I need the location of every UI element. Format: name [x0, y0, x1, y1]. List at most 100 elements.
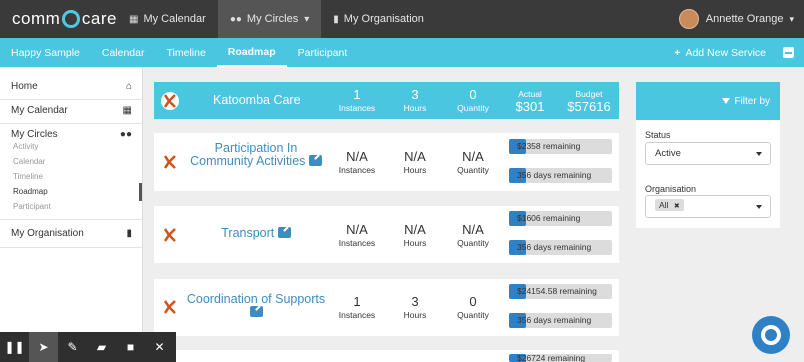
service-title-link[interactable]: Participation In Community Activities — [186, 142, 326, 168]
sidebar-item-my-organisation-label: My Organisation — [11, 228, 84, 239]
tab-participant[interactable]: Participant — [287, 38, 359, 67]
pointer-icon[interactable]: ➤ — [29, 332, 58, 362]
service-hours-label: Hours — [403, 165, 427, 175]
logo-gear-icon — [62, 10, 80, 28]
service-quantity-label: Quantity — [457, 310, 489, 320]
tab-calendar[interactable]: Calendar — [91, 38, 156, 67]
sidebar-item-my-circles[interactable]: My Circles ●● — [11, 129, 132, 140]
pen-icon[interactable]: ✎ — [58, 332, 87, 362]
service-instances-label: Instances — [338, 310, 376, 320]
budget-progress-bar: $26724 remaining — [509, 354, 612, 362]
calendar-icon: ▦ — [122, 105, 132, 116]
summary-quantity-label: Quantity — [457, 103, 489, 113]
edit-icon[interactable] — [308, 155, 322, 166]
days-remaining: 356 days remaining — [517, 242, 592, 252]
budget-progress-bar: $1606 remaining — [509, 211, 612, 226]
service-instances-label: Instances — [338, 165, 376, 175]
sidebar-scrollbar[interactable] — [139, 183, 142, 201]
people-icon: ●● — [229, 13, 242, 25]
service-instances-value: 1 — [353, 294, 361, 309]
summary-budget-label: Budget — [575, 89, 603, 99]
service-title-link[interactable]: Coordination of Supports — [186, 293, 326, 319]
organisation-tag: All ✖ — [655, 199, 684, 211]
service-quantity-value: N/A — [462, 222, 484, 237]
building-icon: ▮ — [333, 13, 339, 25]
nav-my-circles[interactable]: ●● My Circles ▾ — [217, 0, 322, 38]
tab-roadmap[interactable]: Roadmap — [216, 38, 287, 67]
service-quantity: N/A Quantity — [443, 149, 503, 175]
service-instances-value: N/A — [346, 149, 368, 164]
service-title: Participation In Community Activities — [190, 141, 306, 168]
sidebar-subitem-activity[interactable]: Activity — [13, 142, 38, 151]
service-instances-value: N/A — [346, 222, 368, 237]
sidebar-item-my-organisation[interactable]: My Organisation ▮ — [11, 228, 132, 239]
sidebar-item-my-calendar[interactable]: My Calendar ▦ — [11, 105, 132, 116]
service-title: Transport — [221, 226, 275, 240]
days-remaining: 356 days remaining — [517, 315, 592, 325]
top-navbar: comm care ▦ My Calendar ●● My Circles ▾ … — [0, 0, 804, 38]
organisation-select[interactable]: All ✖ — [645, 195, 771, 218]
service-hours: 3 Hours — [385, 294, 445, 320]
budget-remaining: $1606 remaining — [517, 213, 581, 223]
status-selected-value: Active — [655, 148, 681, 159]
status-label: Status — [645, 130, 671, 140]
sidebar-subitem-roadmap[interactable]: Roadmap — [13, 187, 48, 196]
tab-timeline[interactable]: Timeline — [156, 38, 217, 67]
service-title-link[interactable]: Transport — [186, 227, 326, 240]
budget-progress-bar: $2358 remaining — [509, 139, 612, 154]
summary-quantity-value: 0 — [469, 87, 477, 102]
help-lifebuoy-button[interactable] — [752, 316, 790, 354]
edit-icon[interactable] — [249, 306, 263, 317]
divider — [0, 99, 142, 100]
divider — [0, 219, 142, 220]
service-hours: N/A Hours — [385, 149, 445, 175]
summary-card: Katoomba Care 1 Instances 3 Hours 0 Quan… — [154, 82, 619, 119]
summary-actual: Actual $301 — [500, 89, 560, 114]
status-select[interactable]: Active — [645, 142, 771, 165]
summary-actual-label: Actual — [518, 89, 542, 99]
summary-instances-value: 1 — [353, 87, 361, 102]
tag-remove-icon[interactable]: ✖ — [674, 203, 680, 210]
divider — [0, 123, 142, 124]
collapse-minus-icon[interactable] — [783, 47, 794, 58]
camera-icon[interactable]: ■ — [116, 332, 145, 362]
logo-text-right: care — [81, 9, 117, 28]
organisation-tag-label: All — [659, 200, 669, 210]
summary-hours-value: 3 — [411, 87, 419, 102]
home-icon: ⌂ — [125, 81, 132, 92]
days-remaining: 356 days remaining — [517, 170, 592, 180]
service-hours-value: N/A — [404, 149, 426, 164]
chevron-down-icon — [756, 205, 762, 209]
org-logo-icon — [160, 225, 180, 245]
lifebuoy-icon — [761, 325, 781, 345]
tab-happy-sample[interactable]: Happy Sample — [0, 38, 91, 67]
nav-my-organisation[interactable]: ▮ My Organisation — [321, 0, 436, 38]
nav-my-calendar[interactable]: ▦ My Calendar — [117, 0, 218, 38]
user-name: Annette Orange — [705, 13, 784, 25]
sidebar-subitem-calendar[interactable]: Calendar — [13, 157, 45, 166]
close-icon[interactable]: ✕ — [145, 332, 174, 362]
nav-my-organisation-label: My Organisation — [343, 13, 424, 25]
user-menu[interactable]: Annette Orange ▾ — [678, 0, 794, 38]
filter-header[interactable]: Filter by — [636, 82, 780, 120]
sidebar-subitem-timeline[interactable]: Timeline — [13, 172, 43, 181]
sidebar-subitem-participant[interactable]: Participant — [13, 202, 51, 211]
edit-icon[interactable] — [277, 227, 291, 238]
service-quantity: 0 Quantity — [443, 294, 503, 320]
sidebar-item-home-label: Home — [11, 81, 38, 92]
pause-icon[interactable]: ❚❚ — [0, 332, 29, 362]
logo[interactable]: comm care — [12, 9, 117, 29]
plus-icon: + — [674, 46, 681, 59]
chevron-down-icon: ▾ — [789, 13, 794, 24]
sidebar-item-home[interactable]: Home ⌂ — [11, 81, 132, 92]
add-new-service-button[interactable]: + Add New Service — [674, 38, 766, 67]
budget-progress-bar: $24154.58 remaining — [509, 284, 612, 299]
sidebar-item-my-calendar-label: My Calendar — [11, 105, 68, 116]
chevron-down-icon — [756, 152, 762, 156]
calendar-icon: ▦ — [129, 13, 139, 25]
service-hours-value: N/A — [404, 222, 426, 237]
service-hours-value: 3 — [411, 294, 419, 309]
nav-my-circles-label: My Circles — [246, 13, 299, 25]
eraser-icon[interactable]: ▰ — [87, 332, 116, 362]
summary-budget: Budget $57616 — [559, 89, 619, 114]
